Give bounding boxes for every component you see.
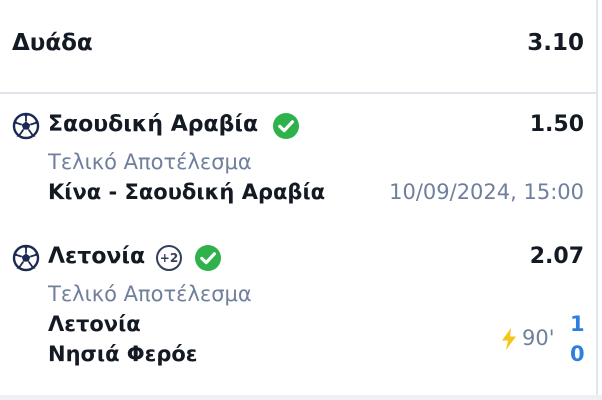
lightning-icon [502, 328, 516, 350]
event-name[interactable]: Κίνα - Σαουδική Αραβία [48, 180, 325, 204]
market-label: Τελικό Αποτέλεσμα [48, 150, 252, 174]
extra-markets-badge[interactable]: +2 [156, 245, 182, 271]
bet-header: Δυάδα 3.10 [0, 0, 602, 92]
home-score: 1 [570, 312, 585, 336]
selection-name: Λετονία [48, 244, 146, 269]
soccer-ball-icon [12, 112, 40, 140]
total-odds: 3.10 [527, 30, 584, 56]
home-team-name[interactable]: Λετονία [48, 312, 141, 336]
bet-slip-card: Δυάδα 3.10 Σαουδική Αραβία 1.50 Τελικό Α… [0, 0, 602, 400]
header-divider [0, 92, 596, 94]
selection-item[interactable]: Λετονία +2 2.07 Τελικό Αποτέλεσμα Λετονί… [0, 240, 602, 380]
bet-type-title: Δυάδα [12, 30, 93, 56]
check-circle-icon [195, 245, 221, 271]
selection-odds: 2.07 [529, 244, 584, 269]
check-circle-icon [273, 113, 299, 139]
event-datetime: 10/09/2024, 15:00 [389, 180, 584, 204]
away-team-name[interactable]: Νησιά Φερόε [48, 342, 198, 366]
away-score: 0 [570, 342, 585, 366]
market-label: Τελικό Αποτέλεσμα [48, 282, 252, 306]
selection-odds: 1.50 [529, 112, 584, 137]
soccer-ball-icon [12, 244, 40, 272]
selection-name: Σαουδική Αραβία [48, 112, 259, 137]
selection-item[interactable]: Σαουδική Αραβία 1.50 Τελικό Αποτέλεσμα Κ… [0, 108, 602, 218]
card-bottom-edge [0, 395, 602, 400]
match-minute: 90' [522, 326, 555, 350]
